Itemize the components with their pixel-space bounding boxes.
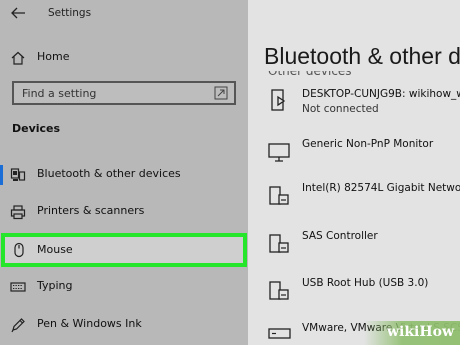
- search-icon[interactable]: [214, 86, 228, 100]
- sidebar-item-label: Typing: [37, 279, 73, 292]
- watermark-text: wikiHow: [386, 324, 454, 340]
- pen-icon: [11, 318, 25, 333]
- device-item[interactable]: Intel(R) 82574L Gigabit Network C: [248, 178, 460, 212]
- device-item[interactable]: SAS Controller: [248, 226, 460, 260]
- content-pane: Bluetooth & other devices Other devices …: [248, 0, 460, 345]
- device-item[interactable]: USB Root Hub (USB 3.0): [248, 273, 460, 307]
- device-name: SAS Controller: [302, 230, 378, 242]
- printer-icon: [10, 205, 26, 220]
- usb-hub-icon: [269, 281, 289, 300]
- page-title: Bluetooth & other devices: [264, 43, 460, 69]
- settings-sidebar: Settings Home Find a setting Devices Blu…: [0, 0, 248, 345]
- sidebar-item-home[interactable]: Home: [0, 43, 248, 73]
- sidebar-item-label: Home: [37, 50, 70, 63]
- device-name: USB Root Hub (USB 3.0): [302, 277, 429, 289]
- sidebar-item-pen[interactable]: Pen & Windows Ink: [0, 310, 248, 340]
- device-name: Generic Non-PnP Monitor: [302, 138, 434, 150]
- app-title: Settings: [48, 7, 92, 19]
- device-name: Intel(R) 82574L Gigabit Network C: [302, 182, 460, 194]
- keyboard-icon: [10, 282, 26, 292]
- controller-icon: [269, 234, 289, 253]
- back-arrow-icon[interactable]: [10, 6, 26, 20]
- sidebar-item-printers[interactable]: Printers & scanners: [0, 197, 248, 227]
- sidebar-item-mouse[interactable]: Mouse: [1, 233, 247, 267]
- sidebar-item-label: Bluetooth & other devices: [37, 167, 181, 180]
- sidebar-item-bluetooth[interactable]: Bluetooth & other devices: [0, 160, 248, 190]
- media-device-icon: [271, 89, 286, 111]
- device-name: DESKTOP-CUNJG9B: wikihow_wiki: [302, 88, 460, 100]
- device-status: Not connected: [302, 103, 379, 115]
- disk-drive-icon: [268, 328, 291, 339]
- home-icon: [11, 51, 25, 65]
- device-item[interactable]: DESKTOP-CUNJG9B: wikihow_wiki Not connec…: [248, 84, 460, 118]
- monitor-icon: [268, 143, 290, 162]
- sidebar-item-typing[interactable]: Typing: [0, 272, 248, 302]
- sidebar-item-label: Pen & Windows Ink: [37, 317, 142, 330]
- search-input[interactable]: Find a setting: [12, 81, 236, 105]
- search-placeholder: Find a setting: [22, 87, 97, 100]
- sidebar-item-label: Mouse: [37, 243, 73, 256]
- sidebar-item-label: Printers & scanners: [37, 204, 145, 217]
- device-item[interactable]: Generic Non-PnP Monitor: [248, 134, 460, 168]
- wikihow-watermark: wikiHow: [364, 321, 460, 345]
- network-adapter-icon: [269, 186, 289, 205]
- mouse-icon: [14, 242, 24, 258]
- title-bar: Settings: [0, 0, 248, 28]
- section-title: Devices: [12, 122, 61, 135]
- bluetooth-devices-icon: [10, 168, 26, 181]
